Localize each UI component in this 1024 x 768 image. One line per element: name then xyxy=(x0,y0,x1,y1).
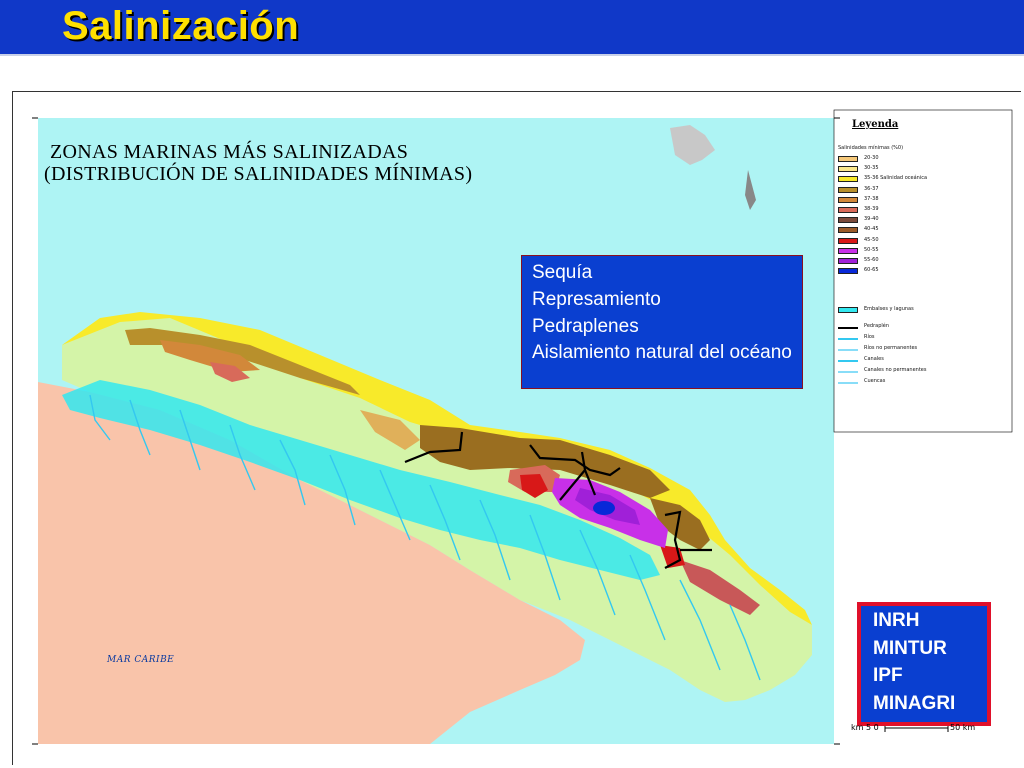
cause-item: Aislamiento natural del océano xyxy=(532,342,792,363)
legend-label: Cuencas xyxy=(864,378,886,384)
organization-item: MINAGRI xyxy=(873,692,956,714)
legend-swatch xyxy=(838,156,858,162)
legend-line-sample xyxy=(838,349,858,351)
map-heading-line1: ZONAS MARINAS MÁS SALINIZADAS xyxy=(50,141,409,163)
legend-line-sample xyxy=(838,371,858,373)
cause-item: Sequía xyxy=(532,262,593,283)
map-heading-line2: (DISTRIBUCIÓN DE SALINIDADES MÍNIMAS) xyxy=(44,163,473,185)
cause-item: Pedraplenes xyxy=(532,316,639,337)
legend-label: Canales xyxy=(864,356,884,362)
legend-line-sample xyxy=(838,382,858,384)
legend-label: 50-55 xyxy=(864,246,879,253)
legend-swatch xyxy=(838,217,858,224)
legend-swatch xyxy=(838,258,858,264)
scale-label-left: km 5 0 xyxy=(851,723,879,732)
legend-swatch xyxy=(838,196,858,203)
cause-item: Represamiento xyxy=(532,289,661,310)
legend-label: Embalses y lagunas xyxy=(864,306,914,312)
legend-line-sample xyxy=(838,338,858,340)
legend-swatch xyxy=(838,176,858,183)
legend-subheading: Salinidades mínimas (%0) xyxy=(838,145,904,151)
legend-panel xyxy=(833,109,1013,433)
legend-label: Pedraplén xyxy=(864,323,890,329)
legend-swatch xyxy=(838,227,858,234)
legend-label: 45-50 xyxy=(864,236,879,243)
legend-swatch xyxy=(838,237,858,244)
legend-label: Ríos no permanentes xyxy=(864,345,918,351)
legend-swatch xyxy=(838,307,858,313)
legend-label: 35-36 Salinidad oceánica xyxy=(864,175,928,182)
legend-label: 39-40 xyxy=(864,216,879,223)
legend-label: 20-30 xyxy=(864,155,879,161)
scale-label-right: 50 km xyxy=(950,723,976,732)
sea-label: MAR CARIBE xyxy=(107,655,175,665)
legend-label: 38-39 xyxy=(864,206,879,212)
legend-label: 55-60 xyxy=(864,257,879,263)
legend-label: 30-35 xyxy=(864,165,879,172)
organization-item: IPF xyxy=(873,665,903,686)
legend-label: 36-37 xyxy=(864,185,879,192)
legend-label: Ríos xyxy=(864,334,875,340)
legend-heading: Leyenda xyxy=(852,119,899,130)
legend-label: Canales no permanentes xyxy=(864,367,927,373)
zone-60-65 xyxy=(593,501,615,515)
legend-swatch xyxy=(838,207,858,213)
legend-swatch xyxy=(838,166,858,173)
organizations-box: INRH MINTUR IPF MINAGRI xyxy=(857,602,991,726)
legend-label: 40-45 xyxy=(864,226,879,233)
organization-item: INRH xyxy=(873,610,920,631)
legend-label: 60-65 xyxy=(864,267,879,274)
legend-label: 37-38 xyxy=(864,195,879,202)
legend-swatch xyxy=(838,247,858,254)
legend-swatch xyxy=(838,268,858,275)
legend-line-sample xyxy=(838,360,858,362)
legend-swatch xyxy=(838,186,858,193)
causes-box: Sequía Represamiento Pedraplenes Aislami… xyxy=(521,255,803,389)
organization-item: MINTUR xyxy=(873,637,947,659)
legend-line-sample xyxy=(838,327,858,329)
